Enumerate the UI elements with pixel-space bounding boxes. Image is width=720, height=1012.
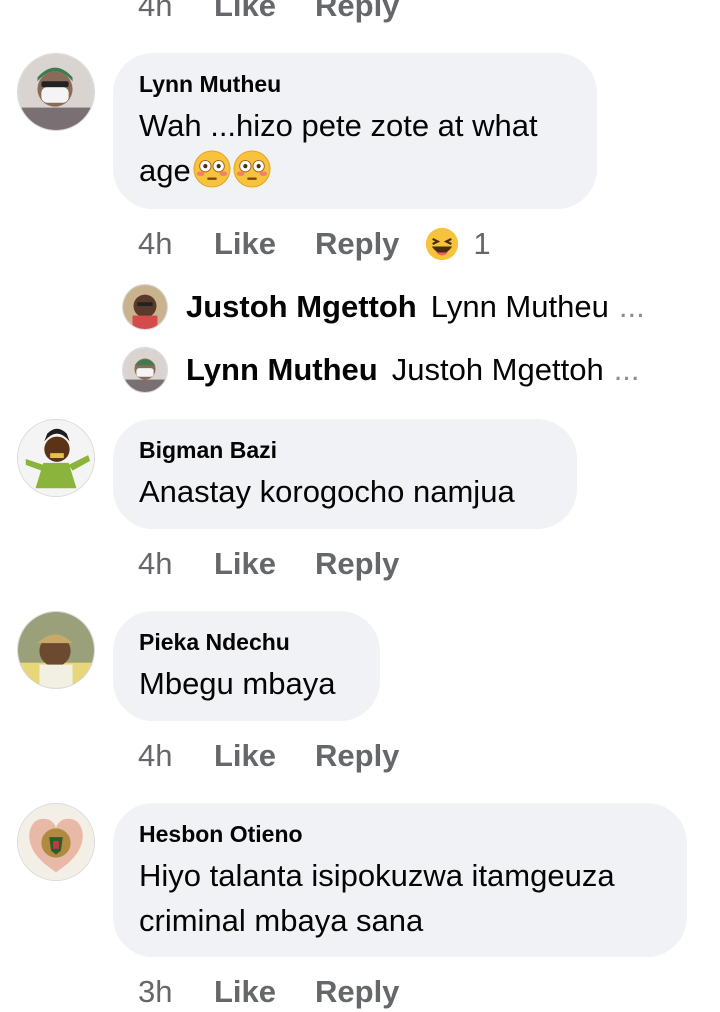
comment-bubble: Lynn Mutheu Wah ...hizo pete zote at wha… — [113, 53, 597, 209]
reply-preview[interactable]: Justoh Mgettoh Lynn Mutheu ... — [122, 284, 645, 330]
reply-ellipsis: ... — [618, 289, 645, 324]
reply-preview-text: Justoh Mgettoh — [391, 352, 604, 387]
reply-preview-text: Lynn Mutheu — [430, 289, 609, 324]
comment-bubble: Pieka Ndechu Mbegu mbaya — [113, 611, 380, 721]
reply-button[interactable]: Reply — [315, 738, 399, 774]
comment-time: 4h — [138, 738, 173, 773]
comment-time: 4h — [138, 0, 173, 23]
comment-text: Anastay korogocho namjua — [139, 474, 515, 509]
comment-bubble: Bigman Bazi Anastay korogocho namjua — [113, 419, 577, 529]
reply-button[interactable]: Reply — [315, 974, 399, 1010]
like-button[interactable]: Like — [214, 546, 315, 582]
reply-author[interactable]: Lynn Mutheu — [186, 352, 378, 388]
comment-author[interactable]: Hesbon Otieno — [139, 819, 661, 849]
reply-preview[interactable]: Lynn Mutheu Justoh Mgettoh ... — [122, 347, 640, 393]
comment-text-line: Hiyo talanta isipokuzwa itamgeuza — [139, 858, 615, 893]
avatar[interactable] — [17, 419, 95, 497]
reply-ellipsis: ... — [613, 352, 640, 387]
avatar-photo-icon — [123, 285, 167, 329]
avatar[interactable] — [17, 53, 95, 131]
reply-button[interactable]: Reply — [315, 226, 399, 262]
like-button[interactable]: Like — [214, 226, 315, 262]
comment-actions: 4h Like Reply — [138, 544, 399, 584]
comment-author[interactable]: Bigman Bazi — [139, 435, 551, 465]
reply-author[interactable]: Justoh Mgettoh — [186, 289, 417, 325]
comment-actions: 3h Like Reply — [138, 972, 399, 1012]
reply-button[interactable]: Reply — [315, 546, 399, 582]
comment-actions-previous: 4h Like Reply — [138, 0, 399, 26]
like-button[interactable]: Like — [214, 738, 315, 774]
reaction-summary[interactable]: 1 — [425, 226, 491, 262]
comment-text: Wah ...hizo pete zote at what age — [139, 103, 571, 193]
avatar — [122, 284, 168, 330]
like-button[interactable]: Like — [214, 974, 315, 1010]
avatar-photo-icon — [18, 612, 94, 688]
avatar[interactable] — [17, 611, 95, 689]
comment-time: 4h — [138, 546, 173, 581]
comment-text-line: criminal mbaya sana — [139, 903, 424, 938]
comment-author[interactable]: Lynn Mutheu — [139, 69, 571, 99]
reaction-count: 1 — [473, 226, 491, 261]
comment-text-line: Wah ...hizo pete zote at what — [139, 108, 538, 143]
avatar-emblem-icon — [18, 804, 94, 880]
comment-time: 4h — [138, 226, 173, 261]
avatar[interactable] — [17, 803, 95, 881]
comment-time: 3h — [138, 974, 173, 1009]
flushed-face-emoji-icon — [193, 150, 231, 188]
comment-actions: 4h Like Reply 1 — [138, 224, 491, 264]
avatar — [122, 347, 168, 393]
reply-button[interactable]: Reply — [315, 0, 399, 24]
comment-text: Hiyo talanta isipokuzwa itamgeuza crimin… — [139, 853, 661, 943]
comment-text: Mbegu mbaya — [139, 666, 336, 701]
avatar-cartoon-icon — [18, 420, 94, 496]
comment-text-line: age — [139, 153, 191, 188]
comment-bubble: Hesbon Otieno Hiyo talanta isipokuzwa it… — [113, 803, 687, 957]
haha-reaction-icon — [426, 227, 459, 261]
comment-author[interactable]: Pieka Ndechu — [139, 627, 354, 657]
avatar-photo-icon — [123, 348, 167, 392]
avatar-photo-icon — [18, 54, 94, 130]
flushed-face-emoji-icon — [233, 150, 271, 188]
like-button[interactable]: Like — [214, 0, 315, 24]
comment-actions: 4h Like Reply — [138, 736, 399, 776]
